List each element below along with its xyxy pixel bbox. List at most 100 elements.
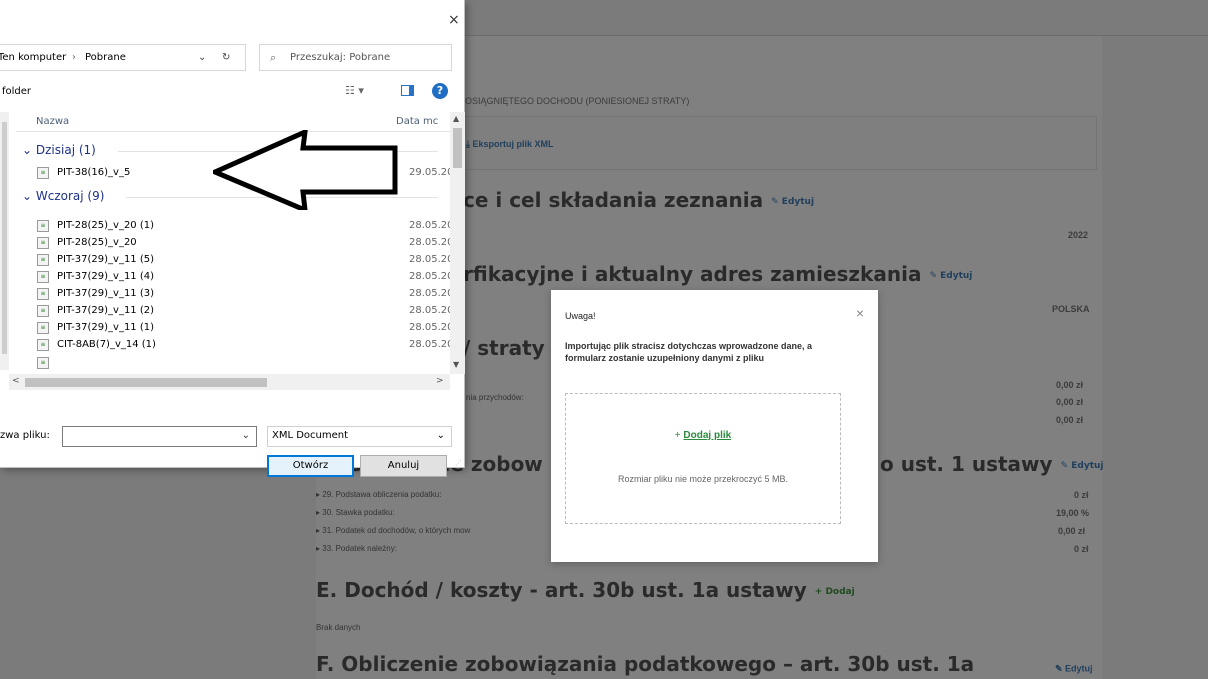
xml-file-icon: ≡ bbox=[37, 305, 49, 317]
file-row[interactable]: ≡ PIT-37(29)_v_11 (5) 28.05.20 bbox=[37, 253, 454, 269]
file-row[interactable]: ≡ PIT-37(29)_v_11 (1) 28.05.20 bbox=[37, 321, 454, 337]
file-date: 28.05.20 bbox=[409, 288, 454, 299]
file-row[interactable]: ≡ PIT-37(29)_v_11 (4) 28.05.20 bbox=[37, 270, 454, 286]
file-row[interactable]: ≡ PIT-37(29)_v_11 (3) 28.05.20 bbox=[37, 287, 454, 303]
section-d-heading-tail: o ust. 1 ustawy ✎ Edytuj bbox=[880, 452, 1104, 476]
xml-file-icon: ≡ bbox=[37, 220, 49, 232]
file-date: 28.05.20 bbox=[409, 220, 454, 231]
close-icon[interactable]: × bbox=[448, 12, 460, 28]
file-drop-zone[interactable]: + Dodaj plik Rozmiar pliku nie może prze… bbox=[565, 393, 841, 524]
group-header-yesterday[interactable]: ⌄ Wczoraj (9) bbox=[22, 189, 104, 203]
form-heading-fragment: OSIĄGNIĘTEGO DOCHODU (PONIESIONEJ STRATY… bbox=[465, 96, 690, 106]
chevron-down-icon[interactable]: ⌄ bbox=[437, 430, 445, 441]
tax-row-value: 0,00 zł bbox=[1058, 526, 1086, 536]
scroll-right-icon[interactable]: > bbox=[436, 376, 444, 386]
file-row[interactable]: ≡ PIT-28(25)_v_20 28.05.20 bbox=[37, 236, 454, 252]
section-c-edit-link[interactable]: ✎ Edytuj bbox=[929, 271, 972, 281]
section-c-heading: rfikacyjne i aktualny adres zamieszkania… bbox=[463, 262, 973, 286]
file-row[interactable]: ≡ CIT-8AB(7)_v_14 (1) 28.05.20 bbox=[37, 338, 454, 354]
tax-row-label: ▸ 29. Podstawa obliczenia podatku: bbox=[316, 490, 442, 499]
modal-title: Uwaga! bbox=[565, 311, 596, 321]
cancel-button[interactable]: Anuluj bbox=[360, 455, 447, 477]
add-file-button[interactable]: + Dodaj plik bbox=[566, 430, 840, 441]
section-f-edit-link[interactable]: ✎ Edytuj bbox=[1055, 660, 1093, 678]
section-e-heading: E. Dochód / koszty - art. 30b ust. 1a us… bbox=[316, 578, 855, 602]
file-date: 29.05.20 bbox=[409, 167, 454, 178]
add-file-link[interactable]: Dodaj plik bbox=[683, 430, 731, 441]
no-data-text: Brak danych bbox=[316, 623, 361, 632]
file-row[interactable]: ≡ bbox=[37, 356, 449, 370]
file-date: 28.05.20 bbox=[409, 237, 454, 248]
file-name: PIT-37(29)_v_11 (1) bbox=[57, 322, 155, 333]
search-input[interactable]: ⌕ Przeszukaj: Pobrane bbox=[259, 44, 452, 71]
column-header: Nazwa Data mc bbox=[16, 110, 452, 132]
open-button[interactable]: Otwórz bbox=[267, 455, 354, 477]
country-value: POLSKA bbox=[1052, 304, 1090, 314]
refresh-icon[interactable]: ↻ bbox=[222, 52, 230, 63]
tax-row-value: 0 zł bbox=[1074, 544, 1089, 554]
view-options-icon[interactable]: ☷ ▾ bbox=[345, 84, 364, 97]
export-xml-link[interactable]: ⤓ Eksportuj plik XML bbox=[466, 139, 554, 150]
preview-pane-icon[interactable] bbox=[401, 85, 414, 96]
group-header-today[interactable]: ⌄ Dzisiaj (1) bbox=[22, 143, 96, 157]
scroll-up-icon[interactable]: ▲ bbox=[453, 114, 459, 123]
nav-scrollbar-thumb[interactable] bbox=[2, 122, 7, 354]
horizontal-scrollbar[interactable]: < > bbox=[9, 374, 450, 390]
breadcrumb-current[interactable]: Pobrane bbox=[85, 52, 126, 63]
file-open-dialog: × Ten komputer › Pobrane ⌄ ↻ ⌕ Przeszuka… bbox=[0, 0, 465, 477]
section-d-fragment-heading: / straty - bbox=[463, 336, 560, 360]
file-row[interactable]: ≡ PIT-37(29)_v_11 (2) 28.05.20 bbox=[37, 304, 454, 320]
section-e-add-link[interactable]: + Dodaj bbox=[815, 587, 855, 597]
vertical-scrollbar[interactable]: ▲ ▼ bbox=[450, 112, 465, 374]
export-panel: ⤓ Eksportuj plik XML bbox=[451, 116, 1097, 170]
income-label-fragment: nia przychodów: bbox=[466, 393, 524, 402]
tax-row-value: 0 zł bbox=[1074, 490, 1089, 500]
chevron-down-icon[interactable]: ⌄ bbox=[242, 430, 250, 441]
resize-grip-icon[interactable]: ⋰ bbox=[455, 459, 462, 467]
xml-file-icon: ≡ bbox=[37, 357, 49, 369]
filetype-select[interactable]: XML Document ⌄ bbox=[267, 426, 452, 447]
xml-file-icon: ≡ bbox=[37, 288, 49, 300]
file-name: PIT-28(25)_v_20 bbox=[57, 237, 137, 248]
file-size-hint: Rozmiar pliku nie może przekroczyć 5 MB. bbox=[617, 474, 789, 484]
import-warning-modal: Uwaga! × Importując plik stracisz dotych… bbox=[551, 290, 878, 562]
section-d-edit-link[interactable]: ✎ Edytuj bbox=[1061, 461, 1104, 471]
file-name: PIT-37(29)_v_11 (2) bbox=[57, 305, 155, 316]
file-date: 28.05.20 bbox=[409, 254, 454, 265]
xml-file-icon: ≡ bbox=[37, 339, 49, 351]
vertical-scrollbar-thumb[interactable] bbox=[453, 128, 462, 168]
scroll-left-icon[interactable]: < bbox=[12, 376, 20, 386]
xml-file-icon: ≡ bbox=[37, 254, 49, 266]
file-name: PIT-37(29)_v_11 (4) bbox=[57, 271, 155, 282]
address-bar[interactable]: Ten komputer › Pobrane ⌄ ↻ bbox=[0, 44, 246, 71]
modal-message: Importując plik stracisz dotychczas wpro… bbox=[565, 341, 813, 363]
section-b-heading: ce i cel składania zeznania ✎ Edytuj bbox=[463, 188, 815, 212]
column-date[interactable]: Data mc bbox=[396, 116, 438, 127]
year-value: 2022 bbox=[1068, 230, 1089, 240]
file-name: PIT-37(29)_v_11 (3) bbox=[57, 288, 155, 299]
tax-row-label: ▸ 33. Podatek należny: bbox=[316, 544, 397, 553]
breadcrumb-root[interactable]: Ten komputer bbox=[0, 52, 66, 63]
scroll-down-icon[interactable]: ▼ bbox=[453, 360, 459, 369]
horizontal-scrollbar-thumb[interactable] bbox=[25, 378, 267, 387]
navigation-pane[interactable] bbox=[0, 112, 9, 370]
search-icon: ⌕ bbox=[270, 51, 277, 64]
chevron-down-icon[interactable]: ⌄ bbox=[198, 52, 206, 63]
file-name: PIT-28(25)_v_20 (1) bbox=[57, 220, 155, 231]
file-date: 28.05.20 bbox=[409, 339, 454, 350]
section-b-edit-link[interactable]: ✎ Edytuj bbox=[771, 197, 814, 207]
file-row[interactable]: ≡ PIT-28(25)_v_20 (1) 28.05.20 bbox=[37, 219, 454, 235]
filename-input[interactable]: ⌄ bbox=[62, 426, 257, 447]
filename-label: zwa pliku: bbox=[0, 430, 50, 441]
new-folder-button[interactable]: folder bbox=[2, 86, 31, 97]
close-icon[interactable]: × bbox=[856, 305, 864, 321]
xml-file-icon: ≡ bbox=[37, 322, 49, 334]
money-value-3: 0,00 zł bbox=[1056, 415, 1084, 425]
search-placeholder: Przeszukaj: Pobrane bbox=[290, 52, 391, 63]
file-date: 28.05.20 bbox=[409, 322, 454, 333]
help-icon[interactable]: ? bbox=[432, 83, 448, 99]
file-name: PIT-37(29)_v_11 (5) bbox=[57, 254, 155, 265]
file-date: 28.05.20 bbox=[409, 271, 454, 282]
section-f-heading: F. Obliczenie zobowiązania podatkowego –… bbox=[316, 652, 975, 676]
column-name[interactable]: Nazwa bbox=[36, 116, 69, 127]
